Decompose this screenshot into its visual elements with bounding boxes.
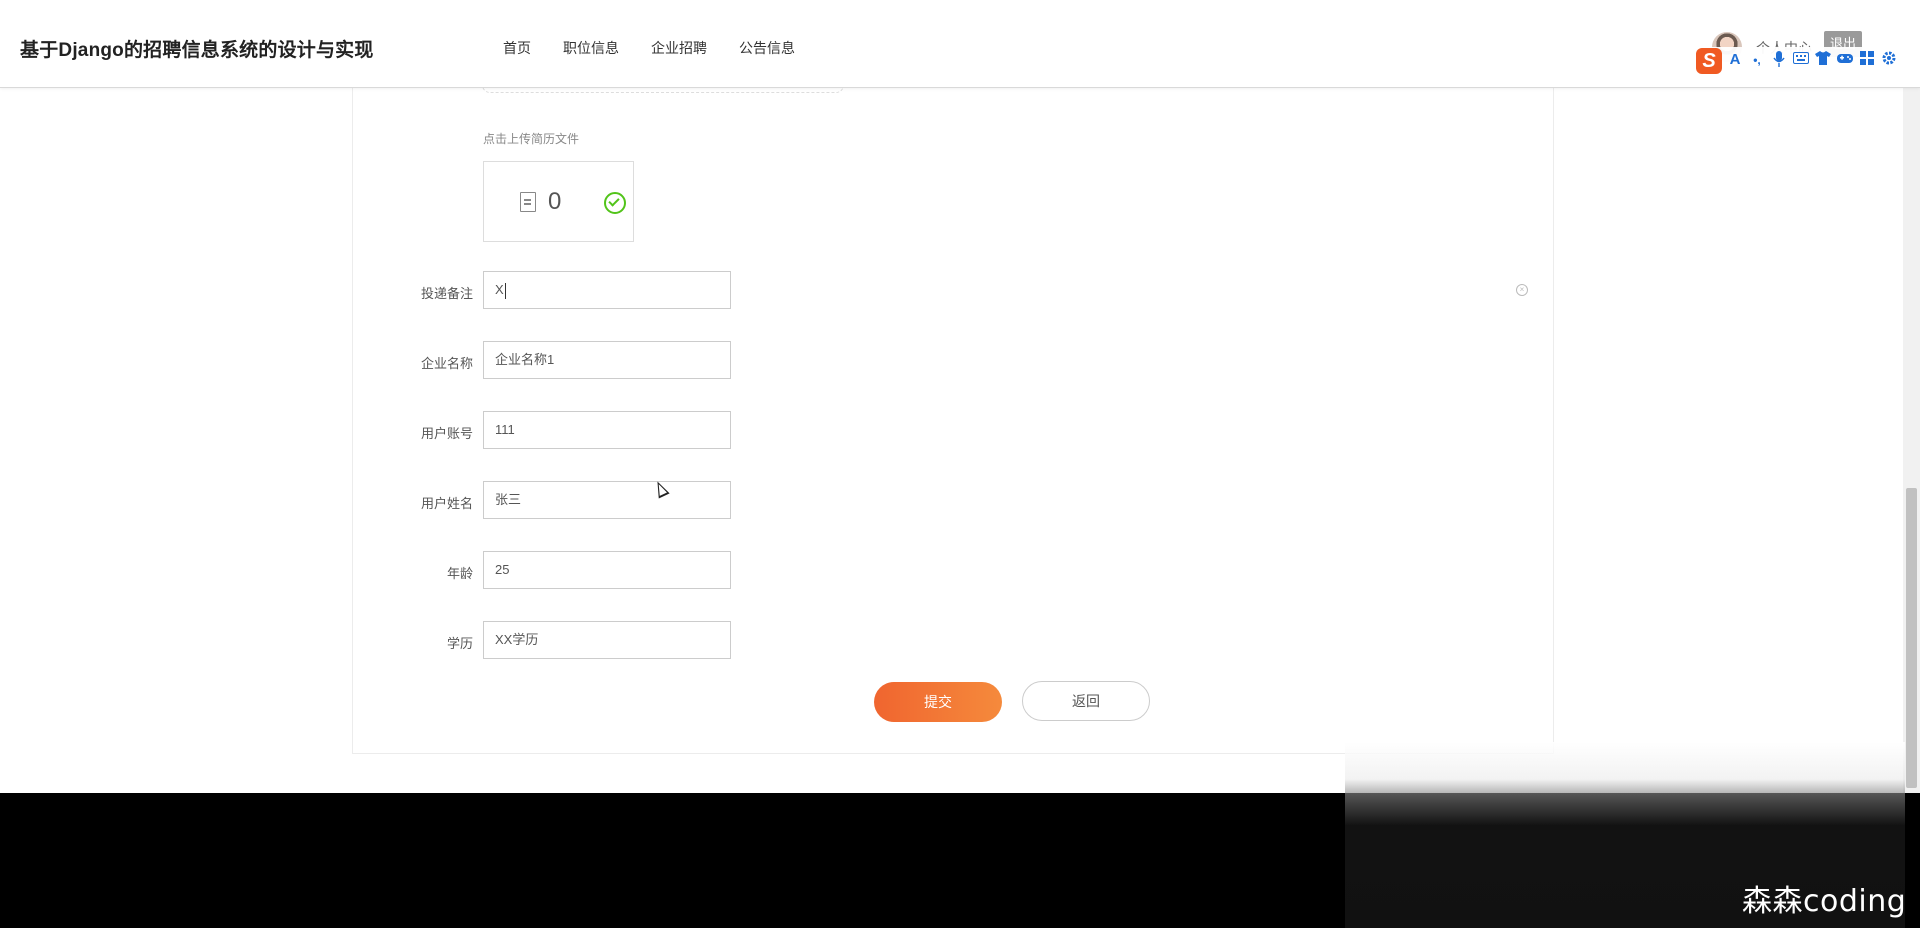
watermark-text: 森森coding [1742,884,1907,919]
user-name-field[interactable]: 张三 [483,481,731,519]
microphone-icon[interactable] [1770,51,1788,69]
nav-item-announcements[interactable]: 公告信息 [739,38,795,58]
grid-toolbox-icon[interactable] [1858,51,1876,69]
ime-language-icon[interactable]: A [1726,51,1744,69]
delivery-note-input[interactable]: X [483,271,731,309]
education-field[interactable]: XX学历 [483,621,731,659]
nav-item-company-recruit[interactable]: 企业招聘 [651,38,707,58]
ime-logo-icon[interactable]: S [1696,48,1722,74]
delivery-note-value: X [495,282,504,297]
success-check-icon [604,192,626,214]
page-scrollbar[interactable] [1903,88,1920,793]
back-button[interactable]: 返回 [1022,681,1150,721]
keyboard-icon[interactable] [1792,51,1810,69]
site-title: 基于Django的招聘信息系统的设计与实现 [20,40,374,61]
file-count: 0 [548,188,562,215]
company-name-field[interactable]: 企业名称1 [483,341,731,379]
age-field[interactable]: 25 [483,551,731,589]
gamepad-icon[interactable] [1836,51,1854,69]
upload-hint[interactable]: 点击上传简历文件 [483,130,579,147]
label-age: 年龄 [446,566,473,581]
label-user-account: 用户账号 [420,426,473,441]
user-account-field[interactable]: 111 [483,411,731,449]
scrollbar-thumb[interactable] [1906,488,1917,788]
label-user-name: 用户姓名 [420,496,473,511]
submit-button[interactable]: 提交 [874,682,1002,722]
nav-item-jobs[interactable]: 职位信息 [563,38,619,58]
header-bar: 基于Django的招聘信息系统的设计与实现 首页 职位信息 企业招聘 公告信息 … [0,0,1920,88]
gear-icon[interactable] [1880,51,1898,69]
uploaded-file-card[interactable]: 0 [483,161,634,242]
nav-item-home[interactable]: 首页 [503,38,531,58]
clear-icon[interactable]: × [1516,284,1528,296]
skin-shirt-icon[interactable] [1814,51,1832,69]
ime-toolbar: S A •, [1692,47,1920,77]
ime-punctuation-icon[interactable]: •, [1748,51,1766,69]
document-icon [520,192,536,212]
label-company-name: 企业名称 [420,356,473,371]
label-education: 学历 [446,636,473,651]
text-caret [504,282,506,299]
label-delivery-note: 投递备注 [420,286,473,301]
